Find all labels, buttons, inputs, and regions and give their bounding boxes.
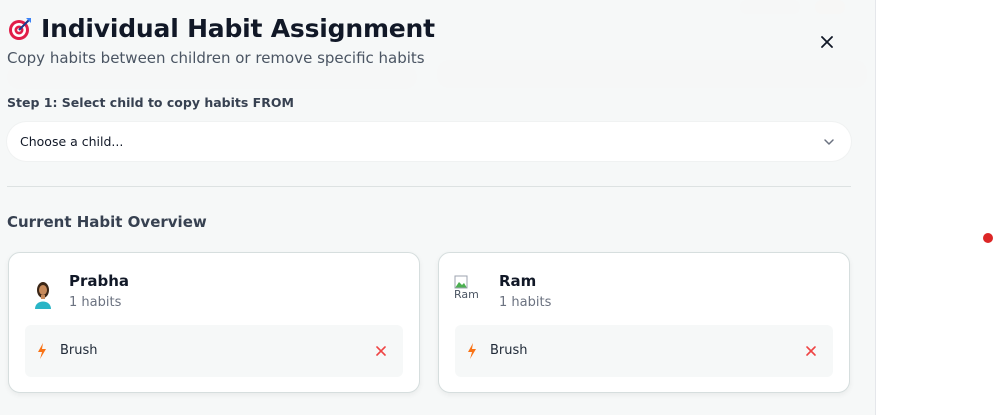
habit-name: Brush bbox=[490, 343, 528, 358]
remove-habit-button[interactable] bbox=[804, 344, 818, 358]
habit-count: 1 habits bbox=[69, 295, 122, 310]
habit-item: Brush bbox=[455, 325, 833, 377]
side-panel bbox=[875, 0, 995, 415]
chevron-down-icon bbox=[824, 139, 834, 145]
divider bbox=[7, 186, 851, 187]
habit-assignment-modal: Individual Habit Assignment Copy habits … bbox=[0, 0, 875, 415]
close-icon bbox=[821, 36, 833, 48]
child-card-ram: Ram Ram 1 habits Brush bbox=[438, 252, 850, 393]
target-icon bbox=[9, 17, 31, 40]
bolt-icon bbox=[468, 343, 476, 359]
step1-label: Step 1: Select child to copy habits FROM bbox=[7, 95, 294, 110]
child-name: Prabha bbox=[69, 272, 130, 290]
remove-habit-button[interactable] bbox=[374, 344, 388, 358]
bolt-icon bbox=[38, 343, 46, 359]
avatar: Ram bbox=[454, 275, 488, 309]
child-select[interactable]: Choose a child... bbox=[7, 122, 851, 161]
close-button[interactable] bbox=[815, 30, 839, 54]
habit-item: Brush bbox=[25, 325, 403, 377]
child-select-value: Choose a child... bbox=[20, 134, 124, 149]
overview-title: Current Habit Overview bbox=[7, 213, 207, 231]
broken-image-icon bbox=[454, 275, 468, 289]
habit-count: 1 habits bbox=[499, 295, 552, 310]
child-name: Ram bbox=[499, 272, 537, 290]
habit-name: Brush bbox=[60, 343, 98, 358]
child-card-prabha: Prabha 1 habits Brush bbox=[8, 252, 420, 393]
notification-dot bbox=[983, 233, 993, 243]
modal-subtitle: Copy habits between children or remove s… bbox=[7, 49, 425, 67]
avatar-alt-text: Ram bbox=[454, 288, 479, 301]
modal-title: Individual Habit Assignment bbox=[41, 14, 435, 43]
modal-header: Individual Habit Assignment bbox=[7, 14, 435, 43]
avatar bbox=[27, 277, 59, 309]
